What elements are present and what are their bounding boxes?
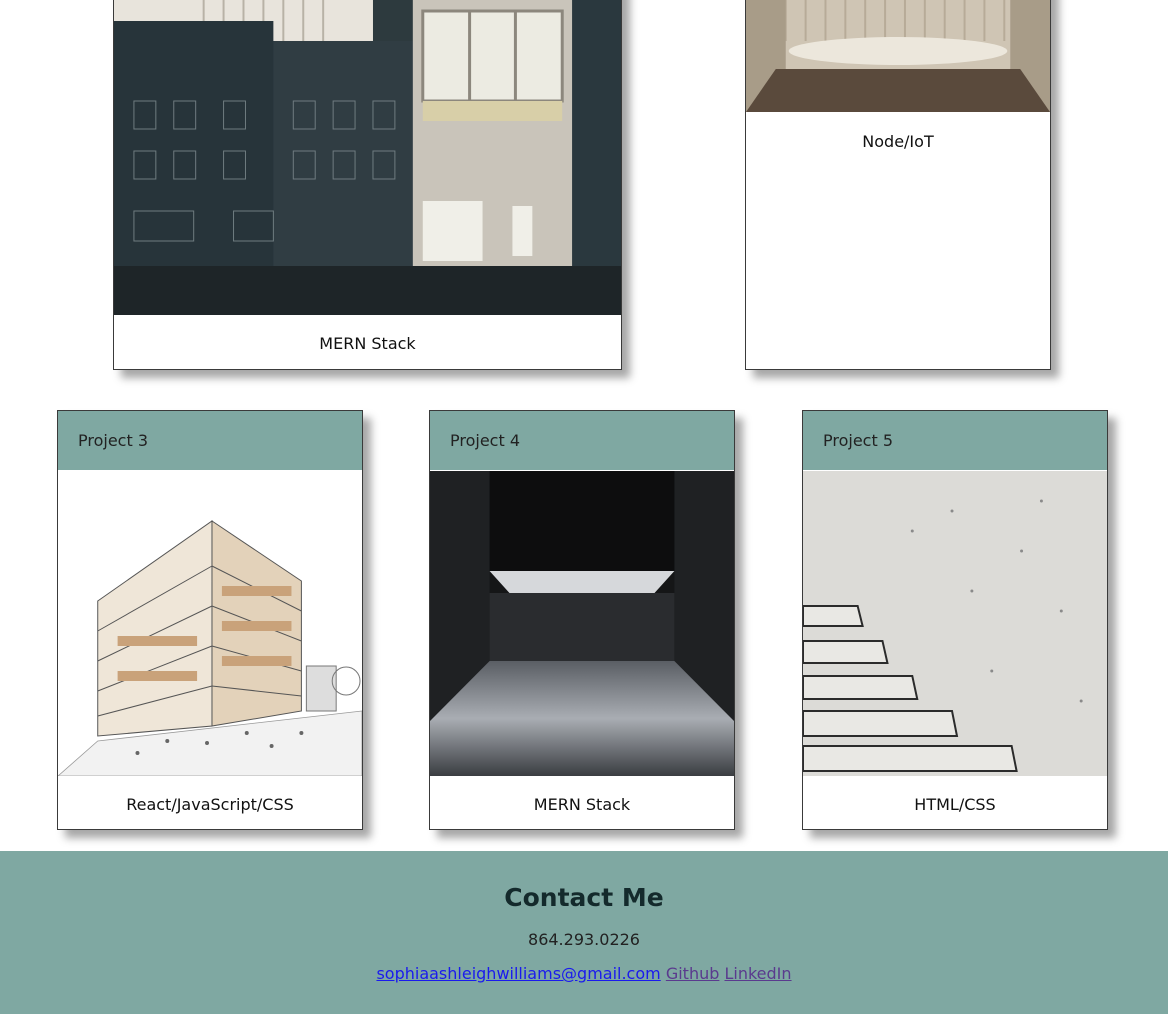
project-caption-4: MERN Stack [533, 795, 631, 814]
project-caption-5: HTML/CSS [914, 795, 996, 814]
project-card-4[interactable]: Project 4 MERN Stack [429, 410, 735, 830]
contact-links: sophiaashleighwilliams@gmail.com Github … [0, 964, 1168, 983]
project-card-5[interactable]: Project 5 HTML/CSS [802, 410, 1108, 830]
project-caption-3: React/JavaScript/CSS [126, 795, 294, 814]
project-title: Project 3 [58, 411, 362, 470]
contact-title: Contact Me [504, 883, 664, 912]
project-card-1[interactable]: MERN Stack [113, 0, 622, 370]
project-image-1 [114, 0, 621, 315]
project-card-3[interactable]: Project 3 React/JavaScript/CSS [57, 410, 363, 830]
contact-phone: 864.293.0226 [528, 930, 640, 949]
project-image-2 [746, 0, 1050, 112]
email-link[interactable]: sophiaashleighwilliams@gmail.com [376, 964, 660, 983]
linkedin-link[interactable]: LinkedIn [724, 964, 791, 983]
project-title: Project 5 [803, 411, 1107, 470]
project-image-3 [58, 471, 362, 776]
project-card-2[interactable]: Node/IoT [745, 0, 1051, 370]
project-image-4 [430, 471, 734, 776]
project-title: Project 4 [430, 411, 734, 470]
contact-footer: Contact Me 864.293.0226 sophiaashleighwi… [0, 851, 1168, 1014]
project-caption-1: MERN Stack [319, 334, 416, 353]
project-caption-2: Node/IoT [862, 132, 934, 151]
github-link[interactable]: Github [666, 964, 720, 983]
project-image-5 [803, 471, 1107, 776]
